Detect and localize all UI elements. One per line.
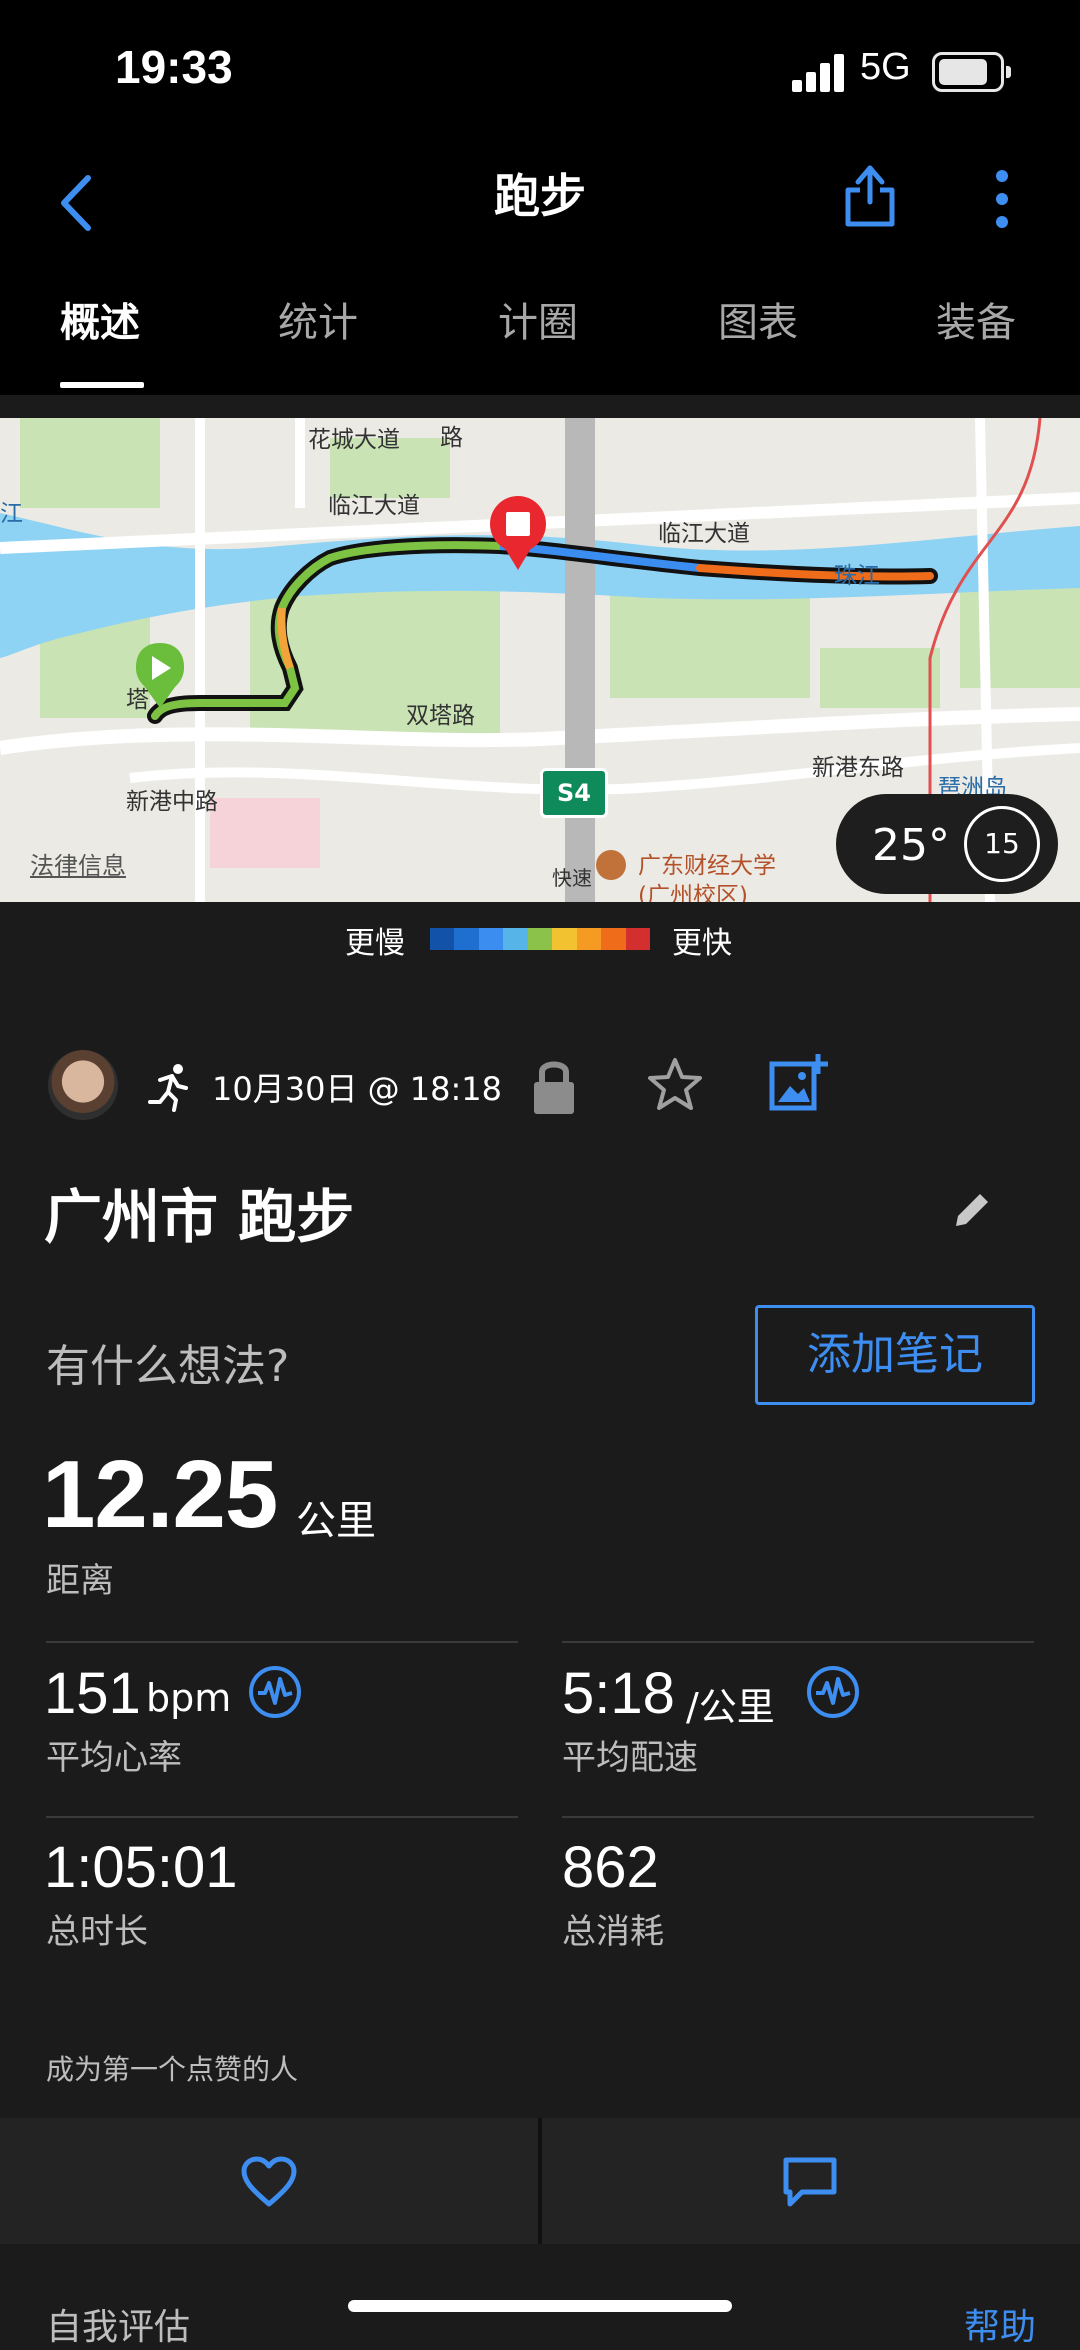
star-icon[interactable] [644,1054,706,1116]
likes-text: 成为第一个点赞的人 [46,2053,299,2086]
tab-bar: 概述 统计 计圈 图表 装备 [0,290,1080,395]
share-icon[interactable] [840,158,900,230]
speed-swatch-5 [552,928,577,950]
speed-swatch-0 [430,928,455,950]
tab-laps[interactable]: 计圈 [498,290,578,348]
speed-legend: 更慢 更快 [0,912,1080,961]
pace-chart-icon[interactable] [806,1665,860,1719]
tab-stats[interactable]: 统计 [278,290,358,348]
divider [46,1641,518,1643]
map-label-road: 临江大道 [328,493,420,519]
speed-swatch-1 [454,928,479,950]
like-button[interactable] [0,2118,538,2244]
map-label-road: 双塔路 [406,703,475,729]
signal-icon [792,52,846,92]
avg-hr-value: 151 [44,1661,141,1726]
page-title: 跑步 [494,169,586,223]
duration-label: 总时长 [46,1912,148,1952]
avg-hr-unit: bpm [146,1676,232,1720]
speed-swatch-3 [503,928,528,950]
map-label-river: 江 [0,501,23,527]
highway-badge: S4 [540,768,608,818]
map-label-tower: 塔 [126,687,149,713]
activity-datetime: 10月30日 @ 18:18 [212,1070,503,1108]
running-icon [148,1064,188,1112]
map-label-road: 新港东路 [812,755,904,781]
wind-speed: 15 [984,827,1020,860]
speed-swatch-6 [576,928,602,950]
top-header: 跑步 概述 统计 计圈 图表 装备 [0,140,1080,395]
map-label-river: 珠江 [834,563,880,589]
heart-rate-chart-icon[interactable] [248,1665,302,1719]
divider [562,1816,1034,1818]
tab-overview[interactable]: 概述 [60,290,140,348]
route-map[interactable]: 花城大道 临江大道 临江大道 珠江 双塔路 新港中路 新港东路 琶洲岛 路 塔 … [0,418,1080,902]
comment-icon [783,2157,837,2207]
status-bar: 19:33 5G [0,0,1080,140]
notes-prompt[interactable]: 有什么想法? [46,1330,289,1394]
add-photo-icon[interactable] [768,1052,830,1114]
add-note-button[interactable]: 添加笔记 [755,1305,1035,1405]
lock-icon[interactable] [530,1056,578,1116]
avg-pace-unit: /公里 [686,1685,775,1729]
self-evaluation-heading: 自我评估 [46,2307,191,2348]
avg-hr-label: 平均心率 [46,1738,182,1778]
status-time: 19:33 [115,41,233,93]
distance-unit: 公里 [296,1498,376,1544]
wind-icon: 15 [964,806,1040,882]
divider [46,1816,518,1818]
home-indicator [348,2300,732,2312]
weather-badge: 25° 15 [836,794,1058,894]
legend-faster: 更快 [672,926,732,961]
tab-gear[interactable]: 装备 [936,290,1016,348]
map-label-road: 新港中路 [126,789,218,815]
distance-value: 12.25 [42,1441,278,1548]
map-label-road: 路 [440,425,463,451]
action-bar [0,2118,1080,2244]
edit-pencil-icon[interactable] [950,1186,996,1232]
activity-title: 广州市 跑步 [44,1183,355,1251]
map-label-expressway: 快速 [552,866,592,890]
network-type: 5G [860,46,911,88]
distance-label: 距离 [46,1561,114,1601]
heart-icon [241,2156,297,2207]
temperature: 25° [872,820,950,871]
duration-value: 1:05:01 [44,1835,238,1900]
map-label-campus: (广州校区) [638,883,748,902]
divider [562,1641,1034,1643]
calories-value: 862 [562,1835,659,1900]
legal-info-link[interactable]: 法律信息 [30,846,126,881]
speed-swatch-4 [527,928,553,950]
map-label-road: 花城大道 [308,427,400,453]
tab-charts[interactable]: 图表 [718,290,798,348]
speed-swatch-8 [625,928,650,950]
legend-slower: 更慢 [345,926,405,961]
university-icon [596,850,626,880]
more-options-icon[interactable] [982,164,1022,234]
avg-pace-value: 5:18 [562,1661,675,1726]
battery-icon [932,52,1011,92]
tab-active-indicator [60,382,144,388]
help-link[interactable]: 帮助 [964,2298,1036,2350]
calories-label: 总消耗 [562,1912,664,1952]
map-label-university: 广东财经大学 [638,853,776,879]
avatar[interactable] [48,1050,118,1120]
speed-gradient-bar [430,928,650,950]
speed-swatch-2 [478,928,504,950]
speed-swatch-7 [601,928,626,950]
map-label-road: 临江大道 [658,521,750,547]
comment-button[interactable] [542,2118,1080,2244]
avg-pace-label: 平均配速 [562,1738,698,1778]
